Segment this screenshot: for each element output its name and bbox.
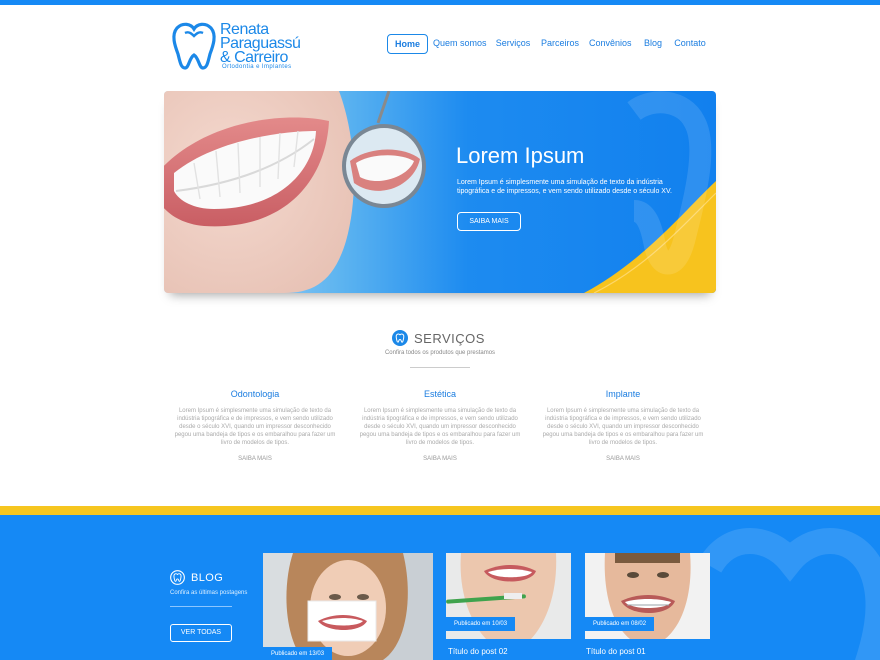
blog-section — [0, 506, 880, 660]
service-card-odontologia: Odontologia Lorem Ipsum é simplesmente u… — [165, 389, 345, 462]
hero-banner: Lorem Ipsum Lorem Ipsum é simplesmente u… — [164, 91, 716, 293]
tooth-watermark-icon — [698, 528, 880, 660]
post-title[interactable]: Título do post 01 — [586, 647, 646, 656]
ver-todas-button[interactable]: VER TODAS — [170, 624, 232, 642]
post-date-badge: Publicado em 08/02 — [585, 617, 655, 631]
blog-title: BLOG — [191, 571, 224, 584]
service-saiba-mais-link[interactable]: SAIBA MAIS — [350, 456, 530, 462]
tooth-logo-icon — [172, 22, 216, 70]
services-divider — [410, 367, 470, 368]
service-text: Lorem Ipsum é simplesmente uma simulação… — [174, 408, 336, 446]
blog-divider — [170, 606, 232, 607]
blog-heading: BLOG — [170, 570, 223, 585]
post-image — [263, 553, 433, 660]
service-saiba-mais-link[interactable]: SAIBA MAIS — [533, 456, 713, 462]
blog-subtitle: Confira as últimas postagens — [170, 590, 248, 596]
brand-name: Renata Paraguassú & Carreiro — [220, 22, 301, 66]
post-date-badge: Publicado em 13/03 — [263, 647, 333, 660]
nav-parceiros[interactable]: Parceiros — [541, 34, 579, 54]
tooth-badge-icon — [170, 570, 185, 585]
nav-convenios[interactable]: Convênios — [589, 34, 632, 54]
services-heading: SERVIÇOS — [392, 329, 485, 347]
service-card-implante: Implante Lorem Ipsum é simplesmente uma … — [533, 389, 713, 462]
blog-post-card-2[interactable]: Publicado em 10/03 — [446, 553, 571, 639]
service-title[interactable]: Odontologia — [165, 389, 345, 399]
service-title[interactable]: Estética — [350, 389, 530, 399]
services-title: SERVIÇOS — [414, 330, 485, 346]
service-title[interactable]: Implante — [533, 389, 713, 399]
blog-post-card-3[interactable]: Publicado em 13/03 — [263, 553, 433, 660]
hero-text: Lorem Ipsum é simplesmente uma simulação… — [457, 179, 672, 195]
yellow-stripe — [0, 506, 880, 515]
hero-saiba-mais-button[interactable]: SAIBA MAIS — [457, 212, 521, 231]
hero-title: Lorem Ipsum — [456, 143, 585, 168]
blog-post-card-1[interactable]: Publicado em 08/02 — [585, 553, 710, 639]
services-subtitle: Confira todos os produtos que prestamos — [384, 350, 496, 356]
service-text: Lorem Ipsum é simplesmente uma simulação… — [542, 408, 704, 446]
post-date-badge: Publicado em 10/03 — [446, 617, 516, 631]
service-saiba-mais-link[interactable]: SAIBA MAIS — [165, 456, 345, 462]
nav-contato[interactable]: Contato — [674, 34, 706, 54]
brand-logo[interactable]: Renata Paraguassú & Carreiro Ortodontia … — [171, 22, 311, 72]
top-accent-bar — [0, 0, 880, 5]
service-text: Lorem Ipsum é simplesmente uma simulação… — [359, 408, 521, 446]
brand-tagline: Ortodontia e Implantes — [222, 64, 292, 70]
nav-quem-somos[interactable]: Quem somos — [433, 34, 487, 54]
nav-servicos[interactable]: Serviços — [493, 34, 533, 54]
service-card-estetica: Estética Lorem Ipsum é simplesmente uma … — [350, 389, 530, 462]
nav-home[interactable]: Home — [387, 34, 428, 54]
nav-blog[interactable]: Blog — [643, 34, 663, 54]
tooth-badge-icon — [392, 330, 408, 346]
post-title[interactable]: Título do post 02 — [448, 647, 508, 656]
